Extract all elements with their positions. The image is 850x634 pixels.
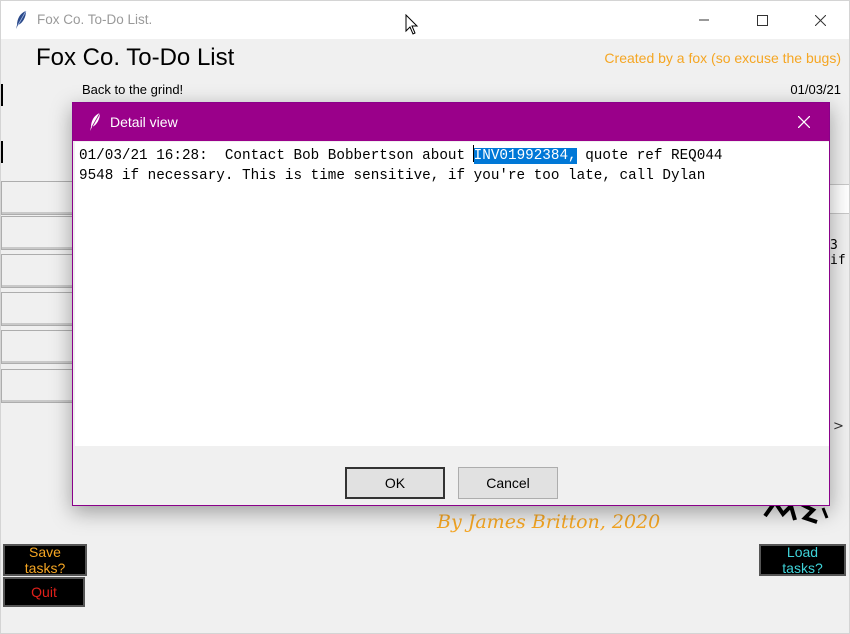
minimize-button[interactable] — [675, 1, 733, 39]
window-title: Fox Co. To-Do List. — [37, 12, 153, 27]
task-row-button[interactable] — [1, 254, 75, 288]
save-tasks-button[interactable]: Save tasks? — [3, 544, 87, 576]
created-by-label: Created by a fox (so excuse the bugs) — [604, 50, 841, 66]
close-button[interactable] — [791, 1, 849, 39]
close-icon — [798, 116, 810, 128]
scroll-right-arrow[interactable]: > — [833, 419, 844, 434]
mouse-cursor-icon — [405, 13, 419, 40]
ok-button[interactable]: OK — [345, 467, 445, 499]
maximize-button[interactable] — [733, 1, 791, 39]
left-edge-mark — [1, 141, 3, 163]
load-tasks-button[interactable]: Load tasks? — [759, 544, 846, 576]
selected-text: INV01992384, — [473, 148, 577, 164]
motto-label: Back to the grind! — [82, 82, 184, 97]
task-text-fragment: 3 if — [830, 238, 846, 268]
feather-icon — [14, 10, 28, 30]
maximize-icon — [756, 14, 768, 26]
task-row-button[interactable] — [1, 292, 75, 326]
detail-text-part: quote ref REQ044 — [576, 148, 723, 164]
quit-button[interactable]: Quit — [3, 577, 85, 607]
cancel-button[interactable]: Cancel — [458, 467, 558, 499]
task-entry-field[interactable] — [829, 184, 849, 214]
main-window: Fox Co. To-Do List. Fox Co. To-Do List C… — [0, 0, 850, 634]
task-row-button[interactable] — [1, 216, 75, 250]
author-byline: By James Britton, 2020 — [437, 511, 661, 533]
task-row-button[interactable] — [1, 181, 75, 215]
detail-view-dialog: Detail view 01/03/21 16:28: Contact Bob … — [72, 102, 830, 506]
detail-text-area[interactable]: 01/03/21 16:28: Contact Bob Bobbertson a… — [75, 142, 829, 446]
minimize-icon — [699, 19, 709, 21]
date-label: 01/03/21 — [790, 82, 841, 97]
close-icon — [814, 14, 826, 26]
task-row-button[interactable] — [1, 369, 75, 403]
detail-text-part: 9548 if necessary. This is time sensitiv… — [79, 168, 706, 184]
dialog-titlebar[interactable]: Detail view — [73, 103, 829, 141]
dialog-close-button[interactable] — [779, 103, 829, 141]
dialog-title: Detail view — [110, 114, 178, 130]
left-edge-mark — [1, 84, 3, 106]
detail-text-part: 01/03/21 16:28: Contact Bob Bobbertson a… — [79, 148, 474, 164]
task-row-button[interactable] — [1, 330, 75, 364]
feather-icon — [88, 112, 102, 136]
app-heading: Fox Co. To-Do List — [36, 44, 235, 71]
window-titlebar[interactable]: Fox Co. To-Do List. — [1, 1, 849, 39]
